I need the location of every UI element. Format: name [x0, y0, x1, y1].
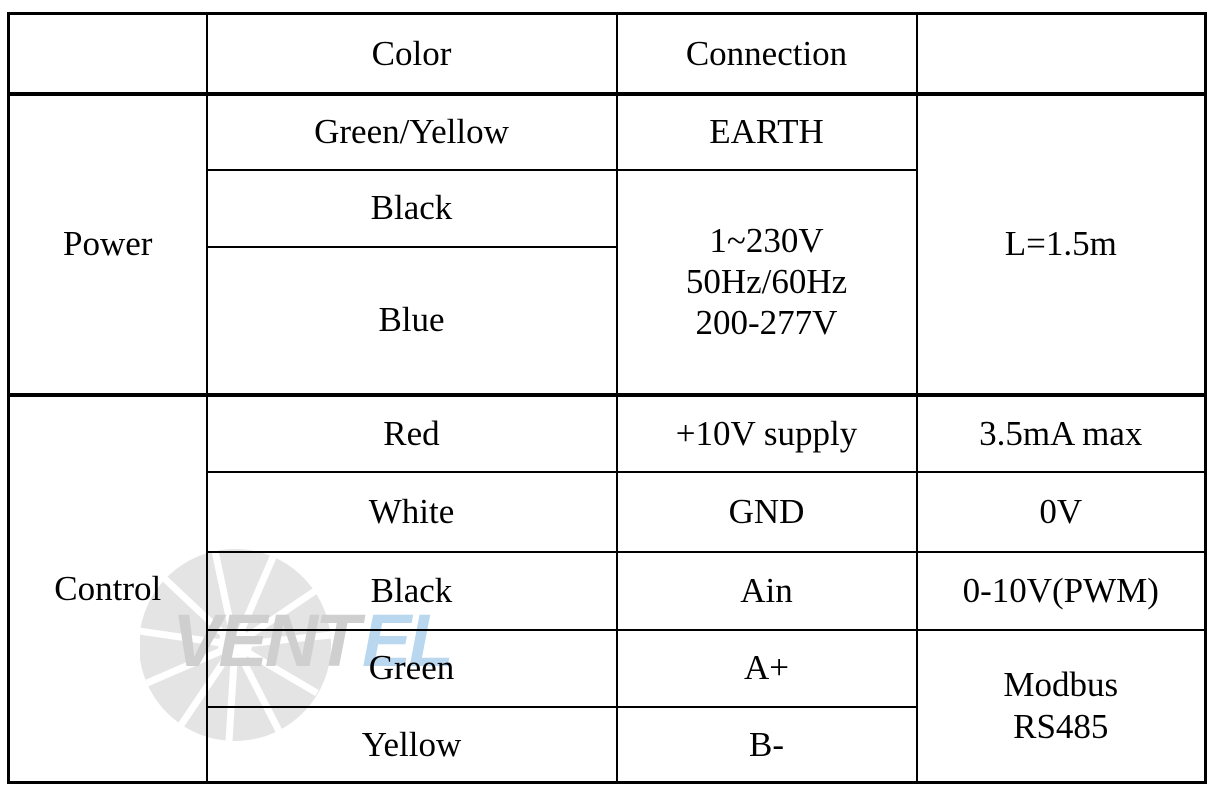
cell-color-yellow: Yellow: [205, 705, 618, 784]
header-cell-connection: Connection: [615, 12, 918, 96]
cell-connection-earth: EARTH: [615, 92, 918, 171]
cell-connection-10v-supply: +10V supply: [615, 393, 918, 473]
header-cell-color: Color: [205, 12, 618, 96]
cell-color-red: Red: [205, 393, 618, 473]
cell-color-white: White: [205, 470, 618, 553]
table-header-row: Color Connection: [7, 12, 1207, 96]
header-cell-spec: [915, 12, 1207, 96]
table-row-power-green-yellow: Power Green/Yellow EARTH L=1.5m: [7, 92, 1207, 397]
modbus-line-2: RS485: [1013, 706, 1109, 746]
cell-connection-ain: Ain: [615, 550, 918, 631]
cell-connection-voltage-block: 1~230V 50Hz/60Hz 200-277V: [615, 168, 918, 397]
modbus-line-1: Modbus: [1003, 665, 1119, 705]
cell-connection-b-minus: B-: [615, 705, 918, 784]
wiring-spec-table: Color Connection Power Green/Yellow EART…: [7, 12, 1207, 784]
cell-color-green: Green: [205, 628, 618, 708]
cell-connection-gnd: GND: [615, 470, 918, 553]
cell-color-green-yellow: Green/Yellow: [205, 92, 618, 171]
cell-spec-pwm-range: 0-10V(PWM): [915, 550, 1207, 631]
cell-spec-modbus-block: Modbus RS485: [915, 628, 1207, 784]
voltage-line-3: 200-277V: [695, 303, 838, 343]
cell-color-black-power: Black: [205, 168, 618, 248]
cell-spec-cable-length: L=1.5m: [915, 92, 1207, 397]
section-label-control: Control: [7, 393, 208, 784]
voltage-line-2: 50Hz/60Hz: [685, 261, 848, 301]
cell-spec-zero-volt: 0V: [915, 470, 1207, 553]
cell-spec-current-max: 3.5mA max: [915, 393, 1207, 473]
header-cell-category: [7, 12, 208, 96]
page-root: VENT EL Color Connection Power Green/Yel…: [0, 0, 1211, 791]
cell-color-black-control: Black: [205, 550, 618, 631]
cell-color-blue: Blue: [205, 245, 618, 397]
table-row-control-red: Control Red +10V supply 3.5mA max: [7, 393, 1207, 784]
cell-connection-a-plus: A+: [615, 628, 918, 708]
spec-table-wrapper: Color Connection Power Green/Yellow EART…: [7, 12, 1207, 784]
section-label-power: Power: [7, 92, 208, 397]
voltage-line-1: 1~230V: [709, 220, 824, 260]
